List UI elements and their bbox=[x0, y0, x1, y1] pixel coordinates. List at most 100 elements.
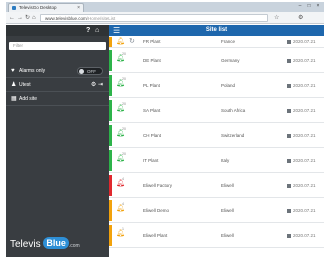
alarms-only-toggle[interactable]: OFF bbox=[77, 67, 103, 75]
site-country: Eliwell bbox=[221, 208, 234, 213]
bell-icon: 🔔︎ bbox=[116, 55, 125, 62]
alarm-count: 20 bbox=[122, 127, 126, 131]
site-row[interactable]: 🔔︎ 20 PL Plant Poland 2020.07.21 bbox=[109, 73, 324, 98]
browser-tab-bar: TelevisGo Desktop × – □ × bbox=[6, 2, 324, 12]
site-country: Poland bbox=[221, 83, 236, 88]
site-name: IT Plant bbox=[143, 158, 159, 163]
status-bar bbox=[109, 100, 112, 121]
alarm-count: 4 bbox=[122, 202, 124, 206]
alarm-count: 20 bbox=[122, 52, 126, 56]
site-row[interactable]: 🔔︎ 20 CH Plant Switzerland 2020.07.21 bbox=[109, 123, 324, 148]
user-actions: ⚙ ⇥ bbox=[91, 78, 103, 92]
url-input[interactable]: www.televisblue.com/Home/siteList bbox=[40, 14, 268, 22]
browser-tab-title: TelevisGo Desktop bbox=[19, 5, 57, 10]
home-icon[interactable]: ⌂ bbox=[32, 14, 36, 22]
status-bar bbox=[109, 150, 112, 171]
sidebar: ? ⌂ Filter ♥ Alarms only OFF ♟ Utest ⚙ ⇥… bbox=[6, 25, 109, 257]
alarm-count: 4 bbox=[122, 177, 124, 181]
site-name: Eliwell Factory bbox=[143, 183, 173, 188]
site-date: 2020.07.21 bbox=[287, 39, 316, 44]
sync-icon[interactable]: ↻ bbox=[129, 37, 135, 45]
forward-icon[interactable]: → bbox=[17, 14, 23, 22]
reload-icon[interactable]: ↻ bbox=[25, 14, 30, 22]
settings-icon[interactable]: ⚙ bbox=[91, 82, 96, 88]
alarm-count: 20 bbox=[122, 102, 126, 106]
url-host: www.televisblue.com bbox=[45, 16, 87, 21]
status-bar bbox=[109, 125, 112, 146]
bell-icon: 🔔︎ bbox=[116, 180, 125, 187]
back-icon[interactable]: ← bbox=[9, 14, 15, 22]
site-list: 🔔︎ ↻ FR Plant France 2020.07.21 🔔︎ 20 DE… bbox=[109, 36, 324, 257]
site-list-header: ☰ Site list bbox=[109, 25, 324, 36]
sidebar-item-user[interactable]: ♟ Utest ⚙ ⇥ bbox=[6, 78, 109, 92]
alarm-count: 1 bbox=[122, 227, 124, 231]
status-bar bbox=[109, 225, 112, 246]
logo-suffix: .com bbox=[68, 243, 80, 249]
close-window-icon[interactable]: × bbox=[314, 3, 322, 10]
site-row[interactable]: 🔔︎ 20 SA Plant South Africa 2020.07.21 bbox=[109, 98, 324, 123]
calendar-icon bbox=[287, 209, 291, 213]
sidebar-item-add-site[interactable]: ▦ Add site bbox=[6, 92, 109, 106]
grid-icon: ▦ bbox=[11, 96, 17, 102]
url-path: /Home/siteList bbox=[86, 16, 116, 21]
site-row[interactable]: 🔔︎ 20 DE Plant Germany 2020.07.21 bbox=[109, 48, 324, 73]
close-tab-icon[interactable]: × bbox=[77, 4, 80, 12]
bookmark-star-icon[interactable]: ☆ bbox=[274, 14, 279, 22]
site-country: Germany bbox=[221, 58, 240, 63]
sidebar-item-alarms-only[interactable]: ♥ Alarms only OFF bbox=[6, 64, 109, 78]
site-row[interactable]: 🔔︎ ↻ FR Plant France 2020.07.21 bbox=[109, 36, 324, 48]
site-row[interactable]: 🔔︎ 4 Eliwell Demo Eliwell 2020.07.21 bbox=[109, 198, 324, 223]
televisblue-logo: Televis Blue .com bbox=[10, 235, 80, 255]
calendar-icon bbox=[287, 109, 291, 113]
calendar-icon bbox=[287, 59, 291, 63]
site-row[interactable]: 🔔︎ 4 Eliwell Factory Eliwell 2020.07.21 bbox=[109, 173, 324, 198]
calendar-icon bbox=[287, 84, 291, 88]
site-country: Eliwell bbox=[221, 183, 234, 188]
page-title: Site list bbox=[205, 27, 228, 33]
minimize-icon[interactable]: – bbox=[296, 3, 304, 10]
bell-icon: 🔔︎ bbox=[116, 230, 125, 237]
bell-icon: 🔔︎ bbox=[116, 80, 125, 87]
maximize-icon[interactable]: □ bbox=[305, 3, 313, 10]
site-name: FR Plant bbox=[143, 39, 161, 44]
status-bar bbox=[109, 37, 112, 47]
alarms-only-label: Alarms only bbox=[19, 68, 46, 74]
site-row[interactable]: 🔔︎ 20 IT Plant Italy 2020.07.21 bbox=[109, 148, 324, 173]
help-icon[interactable]: ? bbox=[86, 26, 90, 35]
site-name: PL Plant bbox=[143, 83, 160, 88]
calendar-icon bbox=[287, 40, 291, 44]
site-name: SA Plant bbox=[143, 108, 161, 113]
home-icon[interactable]: ⌂ bbox=[95, 26, 99, 35]
bell-icon: 🔔︎ bbox=[116, 205, 125, 212]
add-site-label: Add site bbox=[19, 96, 38, 102]
user-label: Utest bbox=[19, 82, 31, 88]
filter-input[interactable]: Filter bbox=[9, 42, 106, 50]
alarm-count: 20 bbox=[122, 77, 126, 81]
logout-icon[interactable]: ⇥ bbox=[98, 82, 103, 88]
user-icon: ♟ bbox=[11, 82, 17, 88]
calendar-icon bbox=[287, 159, 291, 163]
site-date: 2020.07.21 bbox=[287, 233, 316, 238]
site-row[interactable]: 🔔︎ 1 Eliwell Plant Eliwell 2020.07.21 bbox=[109, 223, 324, 248]
bell-icon: 🔔︎ bbox=[116, 105, 125, 112]
status-bar bbox=[109, 50, 112, 71]
logo-badge: Blue bbox=[43, 237, 69, 249]
site-name: Eliwell Demo bbox=[143, 208, 170, 213]
site-date: 2020.07.21 bbox=[287, 208, 316, 213]
bell-icon: 🔔︎ bbox=[116, 155, 125, 162]
site-country: Italy bbox=[221, 158, 230, 163]
status-bar bbox=[109, 175, 112, 196]
alarm-count: 20 bbox=[122, 152, 126, 156]
favicon-icon bbox=[12, 6, 16, 10]
site-country: South Africa bbox=[221, 108, 246, 113]
browser-tab[interactable]: TelevisGo Desktop × bbox=[8, 3, 84, 12]
calendar-icon bbox=[287, 234, 291, 238]
site-date: 2020.07.21 bbox=[287, 108, 316, 113]
site-date: 2020.07.21 bbox=[287, 158, 316, 163]
site-date: 2020.07.21 bbox=[287, 183, 316, 188]
site-name: Eliwell Plant bbox=[143, 233, 168, 238]
browser-settings-icon[interactable]: ⚙ bbox=[298, 14, 303, 22]
toggle-knob bbox=[79, 69, 84, 74]
sidebar-header: ? ⌂ bbox=[6, 25, 109, 36]
bell-icon: 🔔︎ bbox=[116, 38, 125, 45]
